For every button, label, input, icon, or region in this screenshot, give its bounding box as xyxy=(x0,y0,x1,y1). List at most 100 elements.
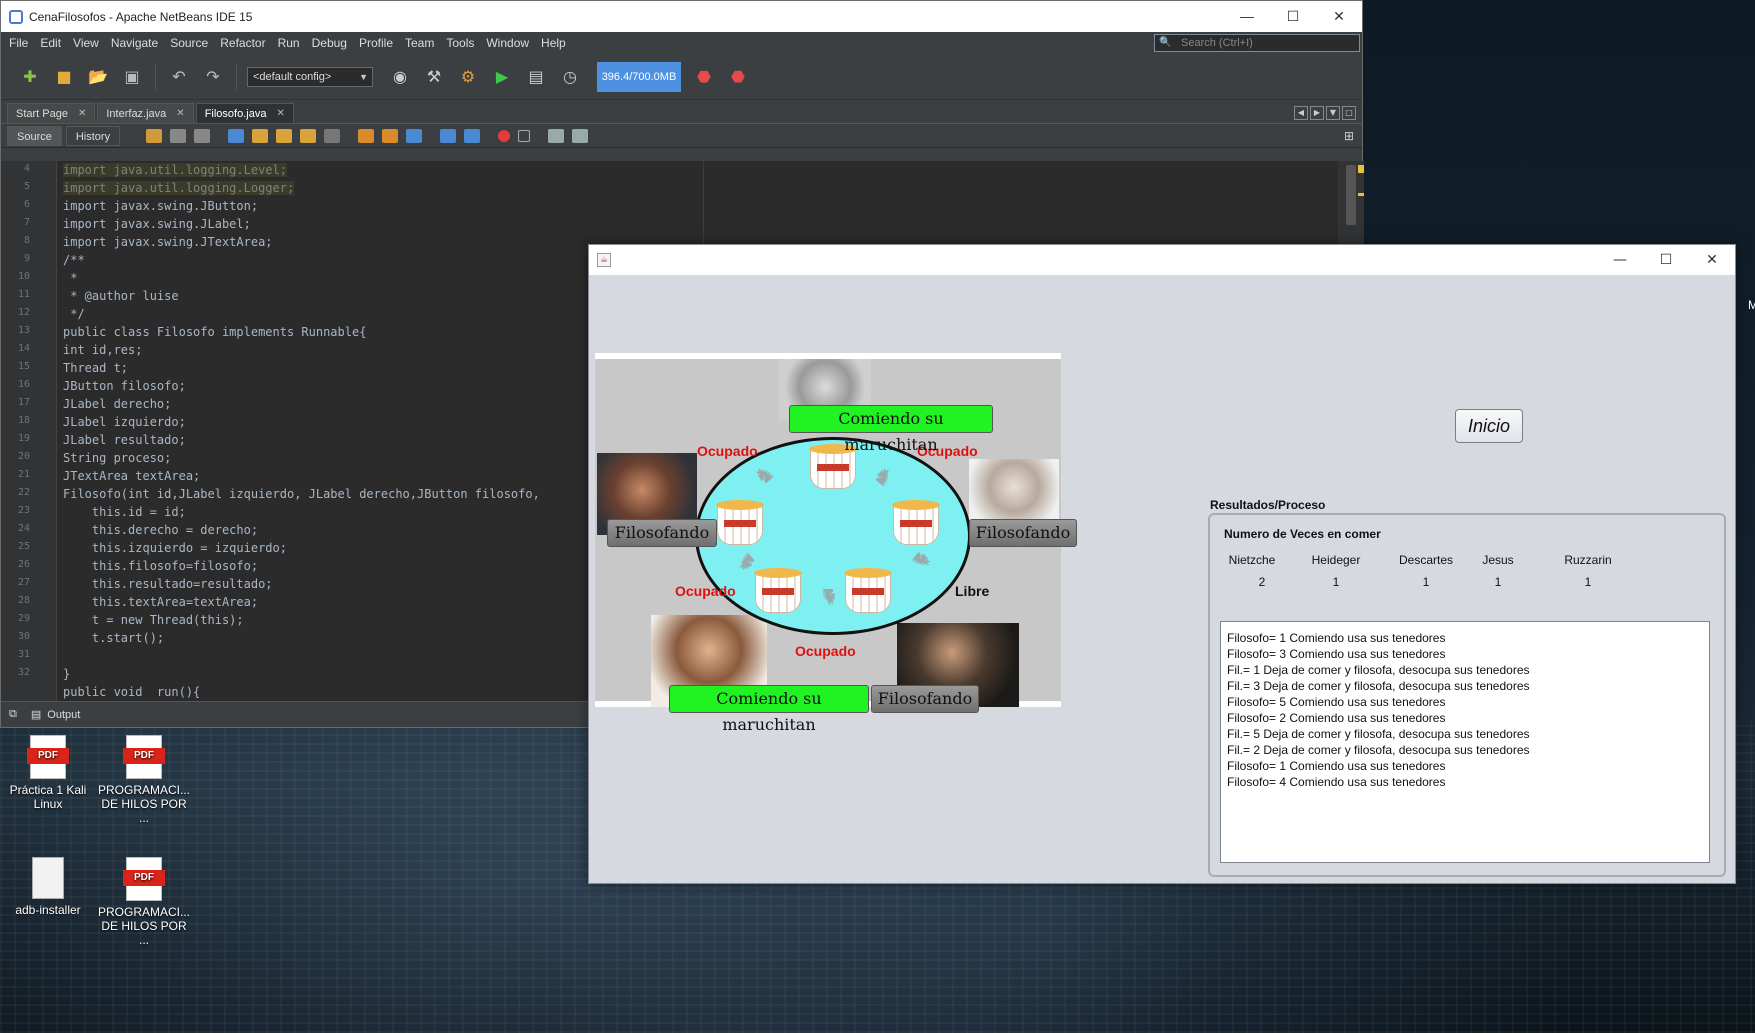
line-number: 9 xyxy=(23,253,30,264)
comment-icon[interactable] xyxy=(548,128,565,143)
menu-tools[interactable]: Tools xyxy=(446,36,474,50)
maximize-editor-icon[interactable]: □ xyxy=(1342,106,1356,120)
prev-bookmark-icon[interactable] xyxy=(358,128,375,143)
menu-run[interactable]: Run xyxy=(278,36,300,50)
error-stripe-mark xyxy=(1358,193,1364,196)
tab-filosofo-java[interactable]: Filosofo.java ✕ xyxy=(195,103,294,124)
uncomment-icon[interactable] xyxy=(572,128,589,143)
profiler-snapshot-icon[interactable]: ⬣ xyxy=(725,64,751,90)
find-selection-icon[interactable] xyxy=(228,128,245,143)
tab-close-icon[interactable]: ✕ xyxy=(176,104,184,124)
back-icon[interactable] xyxy=(170,128,187,143)
desktop-icon-kali-pdf[interactable]: PDF Práctica 1 Kali Linux xyxy=(0,735,96,811)
shift-right-icon[interactable] xyxy=(464,128,481,143)
tab-close-icon[interactable]: ✕ xyxy=(276,104,284,124)
line-number: 23 xyxy=(17,505,30,516)
menu-team[interactable]: Team xyxy=(405,36,434,50)
code-line: JTextArea textArea; xyxy=(63,469,201,483)
philosopher-state-bottom-right[interactable]: Filosofando xyxy=(871,685,979,713)
restore-window-icon[interactable]: ⧉ xyxy=(9,708,17,721)
menu-view[interactable]: View xyxy=(73,36,99,50)
menu-navigate[interactable]: Navigate xyxy=(111,36,158,50)
app-title-bar[interactable]: ☕ — ☐ ✕ xyxy=(589,245,1735,275)
minimize-icon[interactable]: — xyxy=(1597,252,1643,268)
undo-icon[interactable]: ↶ xyxy=(166,64,192,90)
tab-left-icon[interactable]: ◀ xyxy=(1294,106,1308,120)
last-edit-icon[interactable] xyxy=(146,128,163,143)
find-previous-icon[interactable] xyxy=(252,128,269,143)
debug-icon[interactable]: ▤ xyxy=(523,64,549,90)
clean-build-icon[interactable]: ⚙ xyxy=(455,64,481,90)
tab-start-page[interactable]: Start Page ✕ xyxy=(7,103,96,124)
philosopher-state-right[interactable]: Filosofando xyxy=(969,519,1077,547)
line-number-gutter: 4 5 6 7 8 9 10 11 12 13 14 15 16 17 18 19 20 21 22 23 24 25 26… xyxy=(1,161,57,701)
open-project-icon[interactable]: 📂 xyxy=(85,64,111,90)
scroll-thumb[interactable] xyxy=(1346,165,1356,225)
code-line: Thread t; xyxy=(63,361,129,375)
search-input[interactable]: Search (Ctrl+I) xyxy=(1154,34,1360,52)
maximize-icon[interactable]: ☐ xyxy=(1270,8,1316,25)
record-macro-icon[interactable] xyxy=(498,129,511,142)
close-project-icon[interactable]: ▣ xyxy=(119,64,145,90)
results-panel-title: Resultados/Proceso xyxy=(1210,498,1326,512)
next-bookmark-icon[interactable] xyxy=(382,128,399,143)
redo-icon[interactable]: ↷ xyxy=(200,64,226,90)
netbeans-title-bar[interactable]: CenaFilosofos - Apache NetBeans IDE 15 —… xyxy=(1,1,1362,32)
find-next-icon[interactable] xyxy=(276,128,293,143)
log-line: Filosofo= 3 Comiendo usa sus tenedores xyxy=(1227,647,1446,661)
menu-source[interactable]: Source xyxy=(170,36,208,50)
gc-icon[interactable]: ⬣ xyxy=(691,64,717,90)
code-line: JButton filosofo; xyxy=(63,379,186,393)
line-number: 32 xyxy=(17,667,30,678)
stop-macro-icon[interactable] xyxy=(518,129,531,142)
tab-interfaz-java[interactable]: Interfaz.java ✕ xyxy=(97,103,194,124)
code-line: */ xyxy=(63,307,85,321)
tab-close-icon[interactable]: ✕ xyxy=(78,104,86,124)
new-project-icon[interactable]: ■ xyxy=(51,64,77,90)
close-icon[interactable]: ✕ xyxy=(1316,8,1362,25)
philosopher-state-top[interactable]: Comiendo su maruchitan xyxy=(789,405,993,454)
maximize-icon[interactable]: ☐ xyxy=(1643,252,1689,268)
close-icon[interactable]: ✕ xyxy=(1689,252,1735,268)
toggle-highlight-icon[interactable] xyxy=(300,128,317,143)
build-icon[interactable]: ⚒ xyxy=(421,64,447,90)
code-line: this.derecho = derecho; xyxy=(63,523,259,537)
tab-list-icon[interactable]: ▼ xyxy=(1326,106,1340,120)
philosopher-state-bottom-left[interactable]: Comiendo su maruchitan xyxy=(669,685,869,734)
profile-icon[interactable]: ◷ xyxy=(557,64,583,90)
desktop-icon-label: adb-installer xyxy=(15,903,81,917)
log-line: Fil.= 5 Deja de comer y filosofa, desocu… xyxy=(1227,727,1530,741)
desktop-icon-adb-installer[interactable]: adb-installer xyxy=(0,857,96,917)
line-number: 19 xyxy=(17,433,30,444)
menu-profile[interactable]: Profile xyxy=(359,36,393,50)
code-line: } xyxy=(63,667,71,681)
menu-debug[interactable]: Debug xyxy=(312,36,347,50)
split-editor-icon[interactable]: ⊞ xyxy=(1344,129,1354,143)
forward-icon[interactable] xyxy=(194,128,211,143)
desktop-icon-hilos-pdf-2[interactable]: PDF PROGRAMACI... DE HILOS POR ... xyxy=(96,857,192,947)
history-tab[interactable]: History xyxy=(65,125,121,146)
config-select[interactable]: <default config> xyxy=(247,66,373,87)
run-icon[interactable]: ▶ xyxy=(489,64,515,90)
eat-count-title: Numero de Veces en comer xyxy=(1224,527,1381,541)
toggle-bookmark-icon[interactable] xyxy=(406,128,423,143)
menu-help[interactable]: Help xyxy=(541,36,566,50)
toolbar-separator xyxy=(236,62,237,91)
minimize-icon[interactable]: — xyxy=(1224,8,1270,25)
philosopher-state-left[interactable]: Filosofando xyxy=(607,519,717,547)
tab-right-icon[interactable]: ▶ xyxy=(1310,106,1324,120)
browser-icon[interactable]: ◉ xyxy=(387,64,413,90)
process-log-textarea[interactable]: Filosofo= 1 Comiendo usa sus tenedores F… xyxy=(1220,621,1710,863)
start-button[interactable]: Inicio xyxy=(1455,409,1523,443)
menu-refactor[interactable]: Refactor xyxy=(220,36,265,50)
new-file-icon[interactable]: ✚ xyxy=(17,64,43,90)
rect-selection-icon[interactable] xyxy=(324,128,341,143)
error-stripe-mark xyxy=(1358,165,1364,173)
memory-usage-indicator[interactable]: 396.4/700.0MB xyxy=(597,61,681,92)
menu-window[interactable]: Window xyxy=(486,36,529,50)
source-tab[interactable]: Source xyxy=(7,125,62,146)
shift-left-icon[interactable] xyxy=(440,128,457,143)
menu-file[interactable]: File xyxy=(9,36,28,50)
desktop-icon-hilos-pdf-1[interactable]: PDF PROGRAMACI... DE HILOS POR ... xyxy=(96,735,192,825)
menu-edit[interactable]: Edit xyxy=(40,36,61,50)
